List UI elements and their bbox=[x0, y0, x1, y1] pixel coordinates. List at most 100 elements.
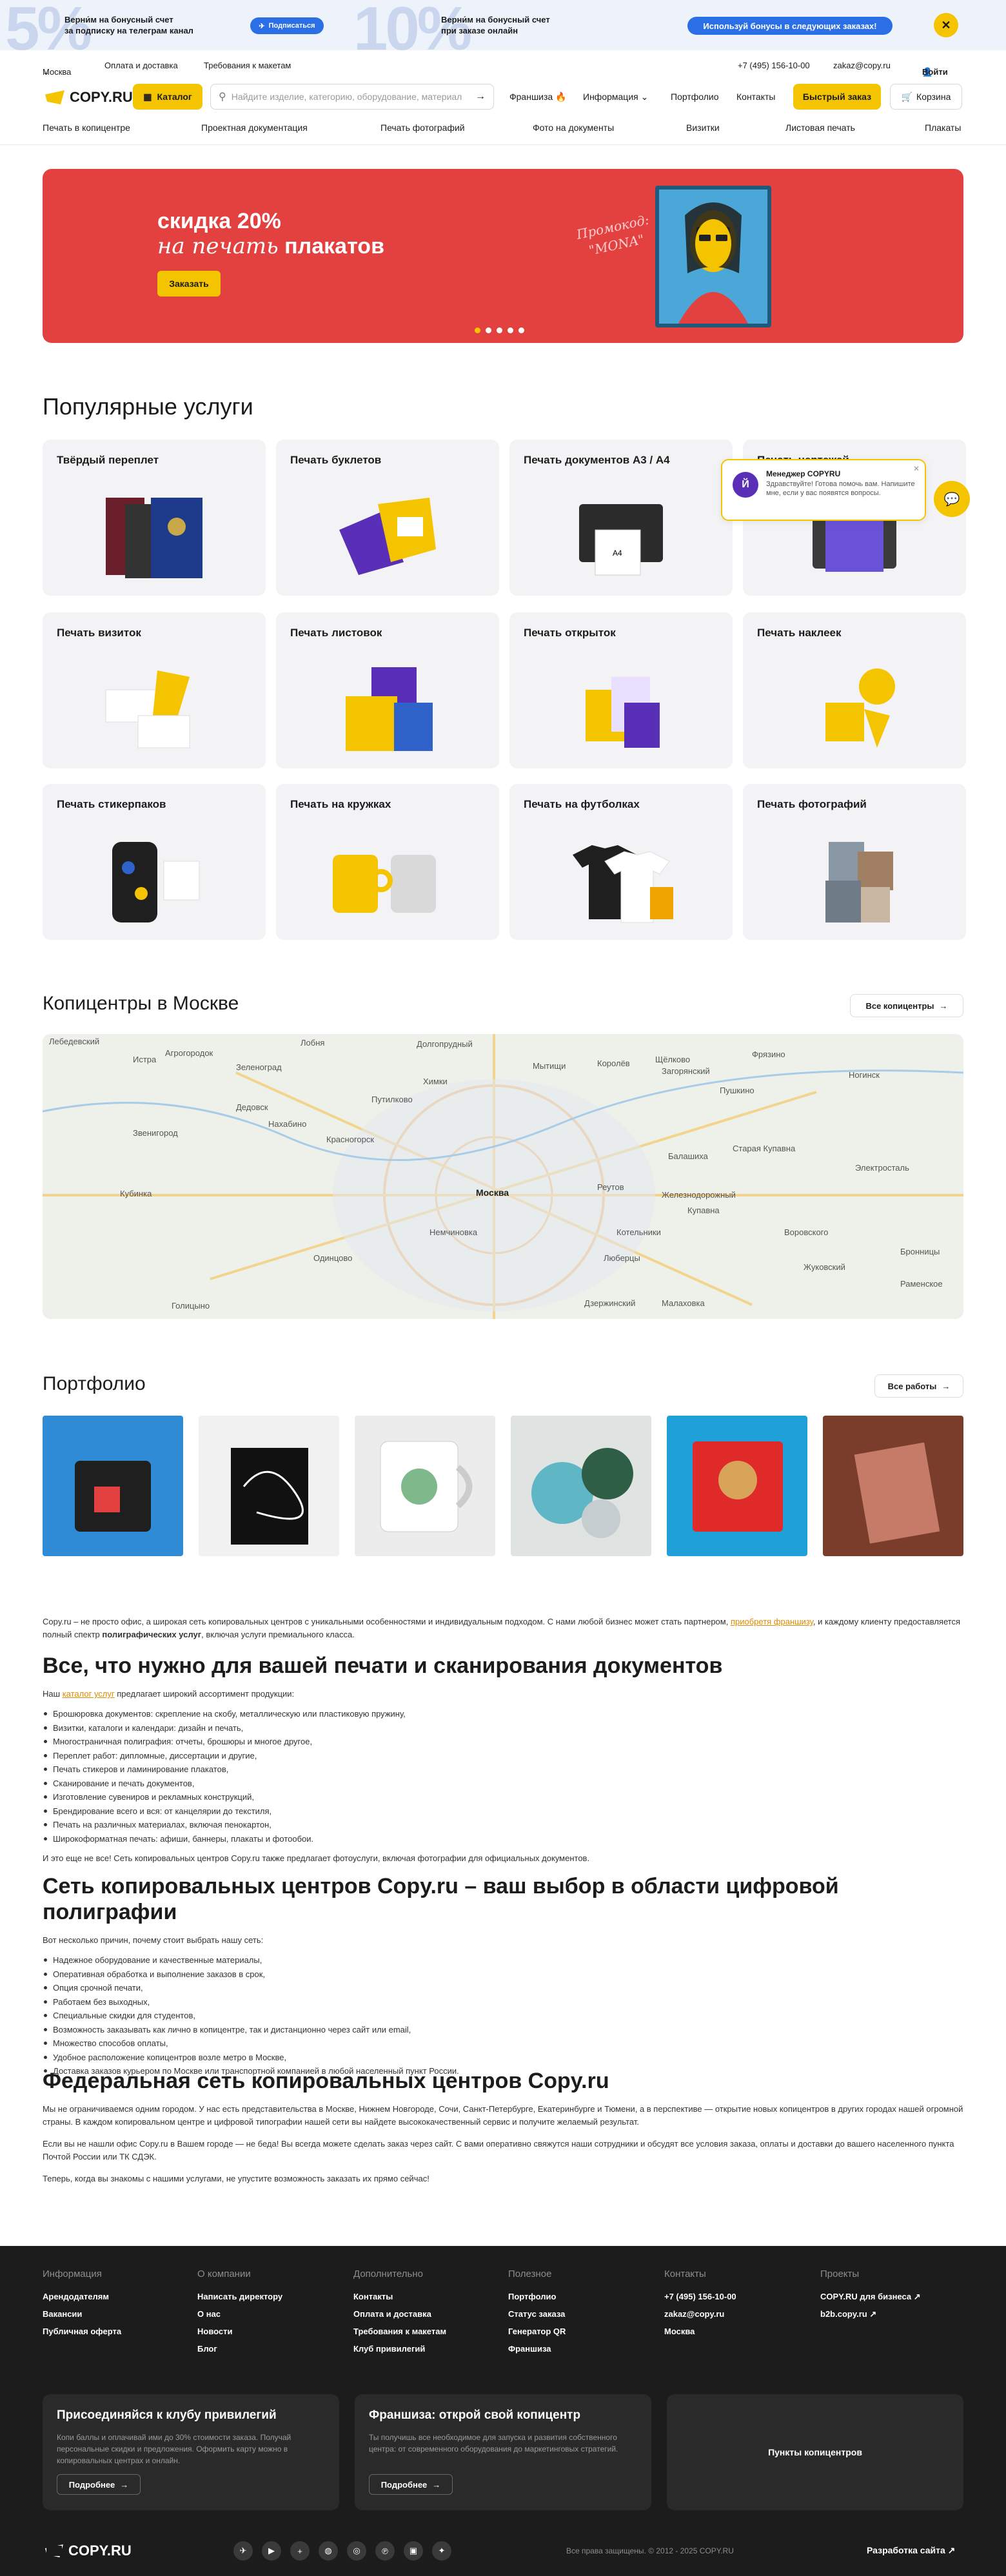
portfolio-item[interactable] bbox=[667, 1416, 807, 1556]
footer-link[interactable]: Публичная оферта bbox=[43, 2323, 121, 2340]
service-card[interactable]: Печать на кружках bbox=[276, 784, 499, 940]
footer-logo[interactable]: COPY.RU bbox=[45, 2542, 132, 2559]
portfolio-item[interactable] bbox=[823, 1416, 963, 1556]
info-menu[interactable]: Информация ⌄ bbox=[583, 92, 648, 102]
cart-button[interactable]: 🛒 Корзина bbox=[890, 84, 962, 110]
bonus-cta-button[interactable]: Используй бонусы в следующих заказах! bbox=[687, 17, 893, 35]
portfolio-item[interactable] bbox=[199, 1416, 339, 1556]
portfolio-item[interactable] bbox=[511, 1416, 651, 1556]
svg-text:A4: A4 bbox=[613, 549, 622, 558]
service-card[interactable]: Твёрдый переплет bbox=[43, 440, 266, 596]
plus-icon[interactable]: + bbox=[290, 2541, 310, 2561]
footer-column-title: Дополнительно bbox=[353, 2269, 423, 2279]
portfolio-item[interactable] bbox=[355, 1416, 495, 1556]
dzen-icon[interactable]: ✦ bbox=[432, 2541, 451, 2561]
slider-dot[interactable] bbox=[486, 327, 491, 333]
club-more-button[interactable]: Подробнее → bbox=[57, 2474, 141, 2495]
service-card[interactable]: Печать буклетов bbox=[276, 440, 499, 596]
footer-link[interactable]: Контакты bbox=[353, 2288, 446, 2305]
list-item: Широкоформатная печать: афиши, баннеры, … bbox=[43, 1832, 963, 1846]
portfolio-link[interactable]: Портфолио bbox=[671, 92, 719, 102]
requirements-link[interactable]: Требования к макетам bbox=[204, 61, 291, 70]
service-card[interactable]: Печать на футболках bbox=[509, 784, 733, 940]
instagram-icon[interactable]: ◎ bbox=[347, 2541, 366, 2561]
phone-link[interactable]: +7 (495) 156-10-00 bbox=[738, 61, 810, 70]
banner-order-button[interactable]: Заказать bbox=[157, 271, 221, 297]
footer-link[interactable]: Генератор QR bbox=[508, 2323, 566, 2340]
seo-heading: Все, что нужно для вашей печати и сканир… bbox=[43, 1654, 723, 1678]
footer-link[interactable]: Портфолио bbox=[508, 2288, 566, 2305]
quick-order-button[interactable]: Быстрый заказ bbox=[793, 84, 881, 110]
search-input[interactable] bbox=[231, 92, 470, 102]
footer-link[interactable]: b2b.copy.ru ↗ bbox=[820, 2305, 921, 2323]
footer-link[interactable]: zakaz@copy.ru bbox=[664, 2305, 736, 2323]
footer-link[interactable]: Написать директору bbox=[197, 2288, 282, 2305]
pinterest-icon[interactable]: ℗ bbox=[375, 2541, 395, 2561]
footer-link[interactable]: Москва bbox=[664, 2323, 736, 2340]
franchise-link[interactable]: Франшиза 🔥 bbox=[509, 92, 567, 102]
map-label: Купавна bbox=[687, 1205, 720, 1215]
footer-link[interactable]: Статус заказа bbox=[508, 2305, 566, 2323]
telegram-icon[interactable]: ✈ bbox=[233, 2541, 253, 2561]
portfolio-item[interactable] bbox=[43, 1416, 183, 1556]
pay-delivery-link[interactable]: Оплата и доставка bbox=[104, 61, 178, 70]
service-card[interactable]: Печать стикерпаков bbox=[43, 784, 266, 940]
points-map-box[interactable]: Пункты копицентров bbox=[667, 2394, 963, 2510]
all-centers-button[interactable]: Все копицентры → bbox=[850, 994, 963, 1017]
hero-banner[interactable]: скидка 20% на печать плакатов Заказать П… bbox=[43, 169, 963, 343]
footer-link[interactable]: Клуб привилегий bbox=[353, 2340, 446, 2357]
centers-map[interactable]: Лебедевский Истра Агрогородок Зеленоград Дол… bbox=[43, 1034, 963, 1319]
footer-link[interactable]: Арендодателям bbox=[43, 2288, 121, 2305]
footer-link[interactable]: Вакансии bbox=[43, 2305, 121, 2323]
slider-dot[interactable] bbox=[475, 327, 480, 333]
slider-dot[interactable] bbox=[497, 327, 502, 333]
slider-dot[interactable] bbox=[518, 327, 524, 333]
catnav-item[interactable]: Листовая печать bbox=[785, 122, 855, 133]
map-roads bbox=[43, 1034, 963, 1319]
franchise-more-button[interactable]: Подробнее → bbox=[369, 2474, 453, 2495]
promo-text-2: Верни́м на бонусный счет при заказе онлай… bbox=[441, 15, 550, 35]
youtube-icon[interactable]: ▶ bbox=[262, 2541, 281, 2561]
catalog-button[interactable]: ▦ Каталог bbox=[133, 84, 202, 110]
close-icon[interactable]: ✕ bbox=[934, 13, 958, 37]
service-card[interactable]: Печать документов А3 / А4 A4 bbox=[509, 440, 733, 596]
chat-popup[interactable]: Й Менеджер COPYRU Здравствуйте! Готова п… bbox=[721, 459, 926, 521]
footer-link[interactable]: Франшиза bbox=[508, 2340, 566, 2357]
slider-dot[interactable] bbox=[508, 327, 513, 333]
arrow-right-icon[interactable]: → bbox=[475, 91, 486, 102]
vk-video-icon[interactable]: ▣ bbox=[404, 2541, 423, 2561]
logo[interactable]: COPY.RU bbox=[45, 89, 133, 106]
contacts-link[interactable]: Контакты bbox=[736, 92, 775, 102]
catalog-inline-link[interactable]: каталог услуг bbox=[63, 1689, 115, 1699]
list-item: Специальные скидки для студентов, bbox=[43, 2009, 963, 2023]
close-icon[interactable]: ✕ bbox=[913, 464, 920, 473]
franchise-inline-link[interactable]: приобретя франшизу bbox=[731, 1617, 813, 1626]
footer-link[interactable]: Блог bbox=[197, 2340, 282, 2357]
list-item: Брендирование всего и вся: от канцелярии… bbox=[43, 1804, 963, 1819]
service-card[interactable]: Печать наклеек bbox=[743, 612, 966, 768]
catnav-item[interactable]: Печать фотографий bbox=[380, 122, 465, 133]
service-card[interactable]: Печать листовок bbox=[276, 612, 499, 768]
footer-link[interactable]: Требования к макетам bbox=[353, 2323, 446, 2340]
footer-link[interactable]: Новости bbox=[197, 2323, 282, 2340]
footer-link[interactable]: Оплата и доставка bbox=[353, 2305, 446, 2323]
all-works-button[interactable]: Все работы → bbox=[874, 1374, 963, 1398]
telegram-subscribe-button[interactable]: ✈ Подписаться bbox=[250, 17, 324, 34]
service-card[interactable]: Печать визиток bbox=[43, 612, 266, 768]
catnav-item[interactable]: Фото на документы bbox=[533, 122, 614, 133]
seo-paragraph: Мы не ограничиваемся одним городом. У на… bbox=[43, 2104, 963, 2127]
banner-poster-image bbox=[655, 186, 771, 327]
chat-button[interactable]: 💬 bbox=[934, 481, 970, 517]
footer-link[interactable]: О нас bbox=[197, 2305, 282, 2323]
developer-link[interactable]: Разработка сайта ↗ bbox=[867, 2545, 955, 2556]
vk-icon[interactable]: ◍ bbox=[319, 2541, 338, 2561]
catnav-item[interactable]: Печать в копицентре bbox=[43, 122, 130, 133]
footer-link[interactable]: +7 (495) 156-10-00 bbox=[664, 2288, 736, 2305]
catnav-item[interactable]: Плакаты bbox=[925, 122, 961, 133]
catnav-item[interactable]: Проектная документация bbox=[201, 122, 308, 133]
catnav-item[interactable]: Визитки bbox=[686, 122, 720, 133]
footer-link[interactable]: COPY.RU для бизнеса ↗ bbox=[820, 2288, 921, 2305]
email-link[interactable]: zakaz@copy.ru bbox=[833, 61, 891, 70]
service-card[interactable]: Печать открыток bbox=[509, 612, 733, 768]
service-card[interactable]: Печать фотографий bbox=[743, 784, 966, 940]
